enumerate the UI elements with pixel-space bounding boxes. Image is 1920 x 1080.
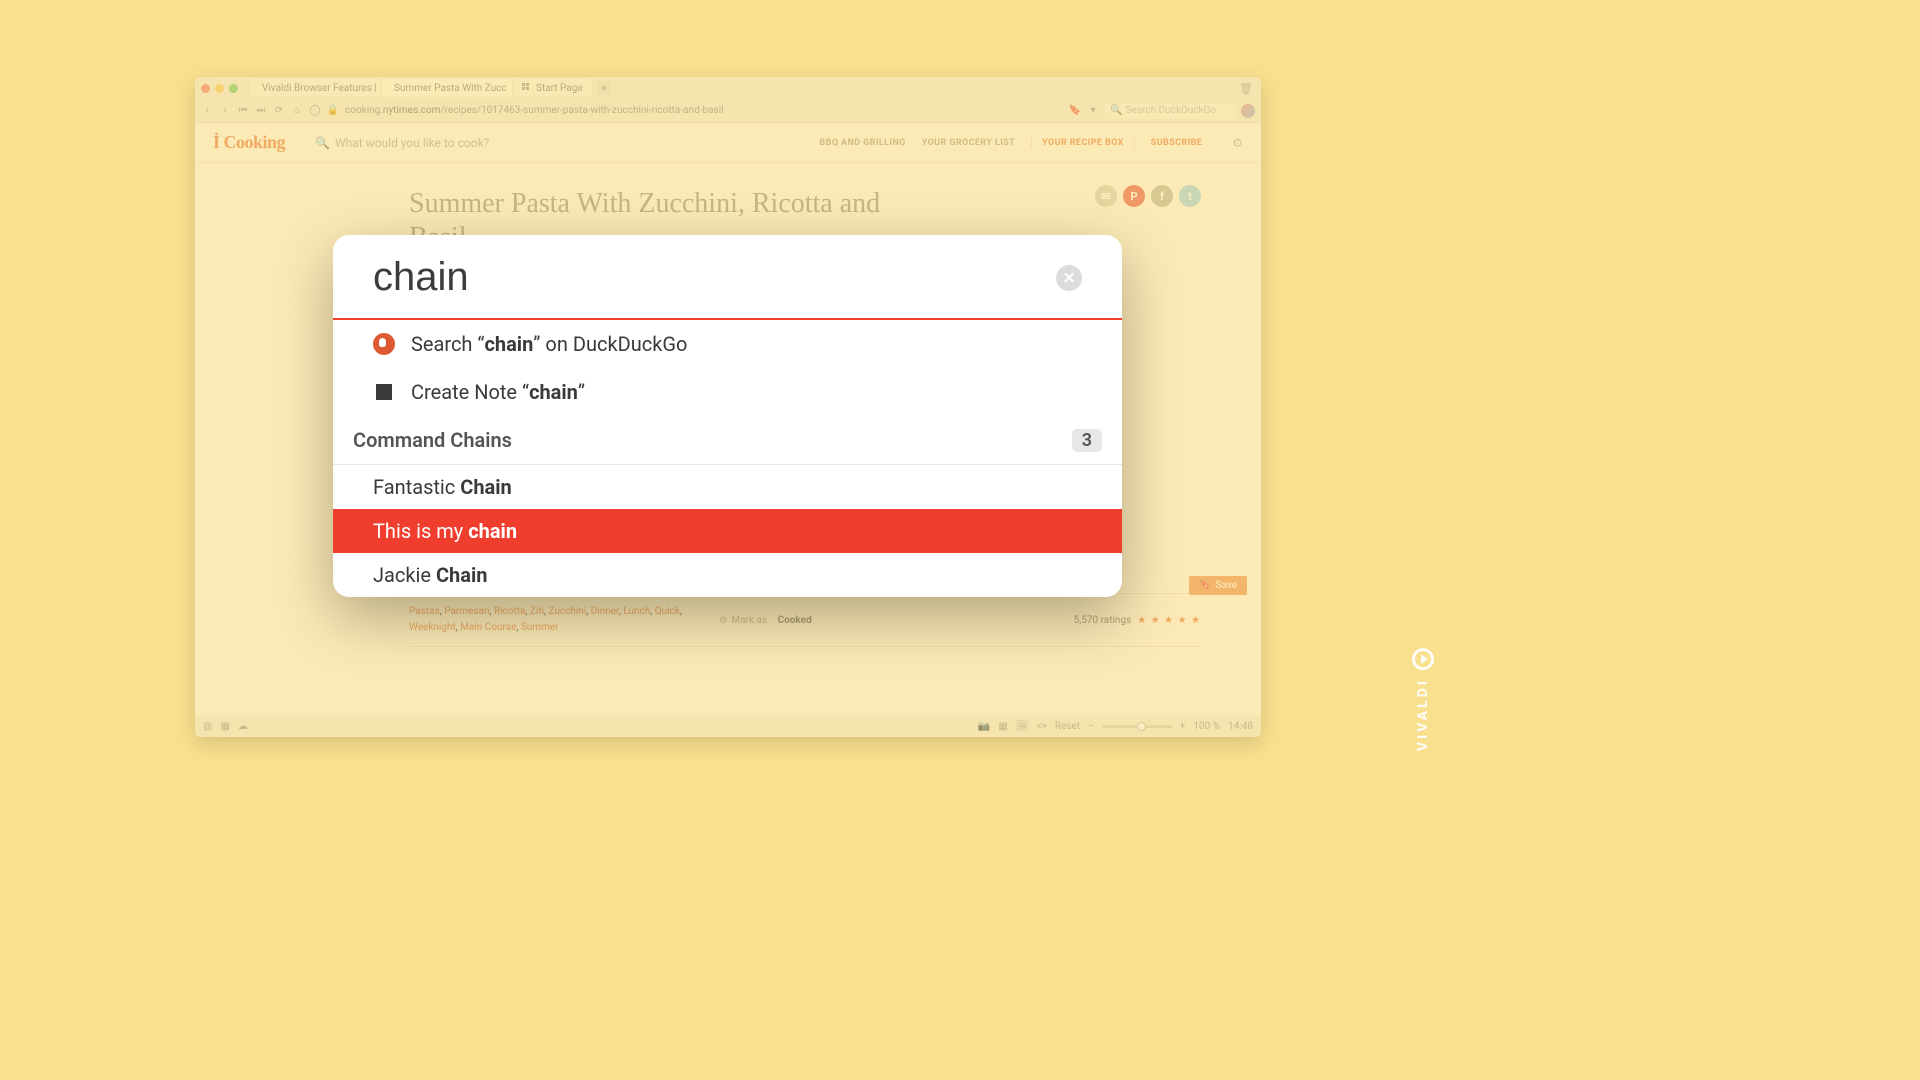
gear-icon[interactable]: ⚙: [1232, 136, 1243, 150]
tag-link[interactable]: Summer: [521, 622, 559, 633]
qc-result-item[interactable]: This is my chain: [333, 509, 1122, 553]
tag-link[interactable]: Ziti: [530, 606, 544, 617]
check-circle-icon: ⊘: [719, 615, 727, 626]
closed-tabs-icon[interactable]: 🗑: [1239, 82, 1253, 95]
stars-icon: ★ ★ ★ ★ ★: [1137, 615, 1201, 626]
recipe-meta: Pastas, Parmesan, Ricotta, Ziti, Zucchin…: [409, 593, 1201, 647]
twitter-share-icon[interactable]: t: [1179, 185, 1201, 207]
image-toggle-icon[interactable]: 🖼: [1016, 721, 1029, 732]
reload-button[interactable]: ⟳: [273, 105, 285, 117]
nav-grocery[interactable]: YOUR GROCERY LIST: [922, 138, 1015, 148]
ratings: 5,570 ratings ★ ★ ★ ★ ★: [1074, 604, 1201, 636]
zoom-value: 100 %: [1193, 721, 1220, 732]
qc-result-item[interactable]: Fantastic Chain: [333, 465, 1122, 509]
new-tab-button[interactable]: +: [597, 81, 611, 95]
quick-commands-dialog: ✕ Search “chain” on DuckDuckGo Create No…: [333, 235, 1122, 597]
site-header: İCooking 🔍 What would you like to cook? …: [195, 123, 1261, 163]
tab-vivaldi-features[interactable]: Vivaldi Browser Features |: [250, 79, 380, 97]
window-controls: [201, 84, 238, 93]
zoom-out-icon[interactable]: −: [1088, 721, 1094, 732]
search-field[interactable]: 🔍 Search DuckDuckGo: [1105, 103, 1235, 119]
mark-cooked[interactable]: ⊘ Mark as Cooked: [719, 604, 812, 636]
qc-create-note[interactable]: Create Note “chain”: [333, 368, 1122, 416]
capture-icon[interactable]: 📷: [978, 721, 990, 732]
vivaldi-watermark: VIVALDI: [1412, 648, 1434, 751]
close-icon[interactable]: ✕: [1056, 265, 1082, 291]
qc-input[interactable]: [373, 255, 1056, 300]
share-buttons: ✉ P f t: [1095, 185, 1201, 207]
search-icon: 🔍: [315, 136, 330, 150]
email-share-icon[interactable]: ✉: [1095, 185, 1117, 207]
search-icon: 🔍: [1110, 105, 1122, 116]
tag-link[interactable]: Main Course: [460, 622, 516, 633]
recipe-search[interactable]: 🔍 What would you like to cook?: [315, 136, 615, 150]
tag-link[interactable]: Ricotta: [494, 606, 526, 617]
panel-toggle-icon[interactable]: ▥: [203, 721, 212, 732]
tab-label: Vivaldi Browser Features |: [262, 83, 377, 94]
qc-search-web[interactable]: Search “chain” on DuckDuckGo: [333, 320, 1122, 368]
recipe-tags: Pastas, Parmesan, Ricotta, Ziti, Zucchin…: [409, 604, 719, 636]
tag-link[interactable]: Pastas: [409, 606, 440, 617]
tag-link[interactable]: Dinner: [591, 606, 619, 617]
clock: 14:48: [1228, 721, 1253, 732]
profile-avatar-icon[interactable]: [1241, 104, 1255, 118]
save-button[interactable]: 🔖 Save: [1189, 576, 1247, 595]
qc-section-command-chains: Command Chains 3: [333, 416, 1122, 465]
dropdown-icon[interactable]: ▾: [1087, 105, 1099, 117]
close-window-icon[interactable]: [201, 84, 210, 93]
zoom-in-icon[interactable]: +: [1180, 721, 1186, 732]
pinterest-share-icon[interactable]: P: [1123, 185, 1145, 207]
tab-label: Start Page: [536, 83, 583, 94]
tag-link[interactable]: Parmesan: [444, 606, 489, 617]
tab-start-page[interactable]: Start Page: [514, 79, 591, 97]
qc-section-count: 3: [1072, 429, 1102, 452]
fast-forward-button[interactable]: ⏭: [255, 105, 267, 117]
recipe-search-placeholder: What would you like to cook?: [335, 136, 489, 150]
grid-favicon-icon: [522, 83, 532, 93]
devtools-icon[interactable]: <>: [1037, 721, 1047, 732]
qc-result-item[interactable]: Jackie Chain: [333, 553, 1122, 597]
maximize-window-icon[interactable]: [229, 84, 238, 93]
tag-link[interactable]: Quick: [655, 606, 680, 617]
tab-strip: Vivaldi Browser Features | Summer Pasta …: [195, 77, 1261, 99]
url-field[interactable]: cooking.nytimes.com/recipes/1017463-summ…: [345, 105, 724, 116]
lock-icon: 🔒: [327, 105, 339, 117]
duckduckgo-icon: [373, 333, 395, 355]
status-bar: ▥ ▦ ☁ 📷 ▦ 🖼 <> Reset − + 100 % 14:48: [195, 715, 1261, 737]
header-nav: BBQ AND GRILLING YOUR GROCERY LIST YOUR …: [820, 138, 1203, 148]
bookmark-icon: 🔖: [1199, 580, 1211, 591]
tag-link[interactable]: Weeknight: [409, 622, 456, 633]
bookmark-icon[interactable]: 🔖: [1069, 105, 1081, 117]
back-button[interactable]: ‹: [201, 105, 213, 117]
zoom-slider[interactable]: [1102, 725, 1172, 728]
search-placeholder: Search DuckDuckGo: [1125, 105, 1215, 116]
site-logo[interactable]: İCooking: [213, 132, 285, 153]
nav-subscribe[interactable]: SUBSCRIBE: [1151, 138, 1202, 148]
nav-recipe-box[interactable]: YOUR RECIPE BOX: [1031, 138, 1135, 148]
vivaldi-logo-icon: [1412, 648, 1434, 670]
tab-summer-pasta[interactable]: Summer Pasta With Zucc: [382, 79, 512, 97]
minimize-window-icon[interactable]: [215, 84, 224, 93]
note-icon: [373, 381, 395, 403]
page-actions-icon[interactable]: ▦: [998, 721, 1007, 732]
address-bar: ‹ › ⏮ ⏭ ⟳ ⌂ ◯ 🔒 cooking.nytimes.com/reci…: [195, 99, 1261, 123]
home-button[interactable]: ⌂: [291, 105, 303, 117]
forward-button[interactable]: ›: [219, 105, 231, 117]
tiling-icon[interactable]: ▦: [220, 721, 229, 732]
tab-label: Summer Pasta With Zucc: [394, 83, 507, 94]
nav-bbq[interactable]: BBQ AND GRILLING: [820, 138, 906, 148]
zoom-reset[interactable]: Reset: [1055, 721, 1080, 732]
ratings-count: 5,570 ratings: [1074, 615, 1132, 626]
tag-link[interactable]: Zucchini: [548, 606, 586, 617]
tag-link[interactable]: Lunch: [623, 606, 650, 617]
shield-icon[interactable]: ◯: [309, 105, 321, 117]
sync-icon[interactable]: ☁: [238, 721, 248, 732]
facebook-share-icon[interactable]: f: [1151, 185, 1173, 207]
qc-input-row: ✕: [333, 235, 1122, 320]
rewind-button[interactable]: ⏮: [237, 105, 249, 117]
